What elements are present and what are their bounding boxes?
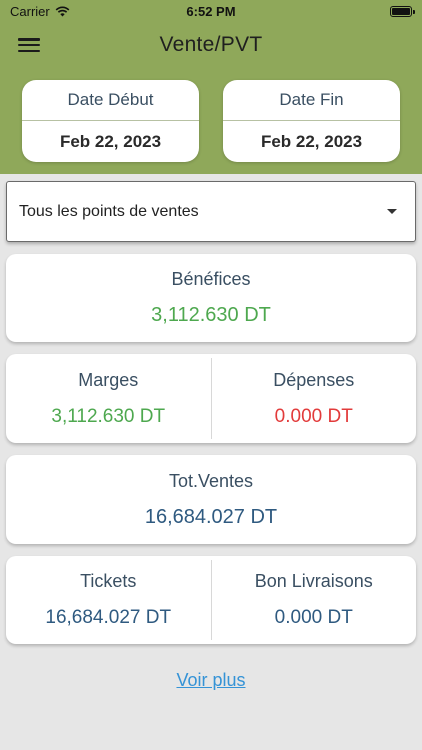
bon-livraisons-value: 0.000 DT: [274, 607, 353, 628]
app-header: Vente/PVT Date Début Feb 22, 2023 Date F…: [0, 22, 422, 174]
tickets-value: 16,684.027 DT: [45, 607, 172, 628]
tickets-label: Tickets: [80, 571, 137, 591]
benefices-value: 3,112.630 DT: [151, 304, 271, 326]
depenses-section: Dépenses 0.000 DT: [212, 354, 417, 443]
page-title: Vente/PVT: [159, 33, 263, 56]
benefices-card: Bénéfices 3,112.630 DT: [6, 254, 416, 342]
bon-livraisons-section: Bon Livraisons 0.000 DT: [212, 556, 417, 644]
status-left: Carrier: [10, 4, 70, 19]
end-date-label: Date Fin: [223, 80, 400, 121]
select-value: Tous les points de ventes: [19, 202, 199, 220]
tickets-section: Tickets 16,684.027 DT: [6, 556, 211, 644]
marges-depenses-card: Marges 3,112.630 DT Dépenses 0.000 DT: [6, 354, 416, 443]
wifi-icon: [55, 6, 70, 16]
marges-value: 3,112.630 DT: [51, 405, 166, 427]
caret-down-icon: [387, 209, 397, 214]
start-date-picker[interactable]: Date Début Feb 22, 2023: [22, 80, 199, 162]
point-de-vente-select[interactable]: Tous les points de ventes: [6, 181, 416, 242]
start-date-label: Date Début: [22, 80, 199, 121]
carrier-label: Carrier: [10, 3, 50, 19]
battery-icon: [390, 5, 415, 17]
voir-plus-link[interactable]: Voir plus: [0, 670, 422, 691]
status-bar: Carrier 6:52 PM: [0, 0, 422, 22]
bon-livraisons-label: Bon Livraisons: [254, 571, 373, 591]
marges-section: Marges 3,112.630 DT: [6, 354, 211, 443]
depenses-label: Dépenses: [273, 369, 355, 390]
tickets-livraisons-card: Tickets 16,684.027 DT Bon Livraisons 0.0…: [6, 556, 416, 644]
end-date-value[interactable]: Feb 22, 2023: [223, 121, 400, 162]
benefices-label: Bénéfices: [171, 269, 251, 289]
end-date-picker[interactable]: Date Fin Feb 22, 2023: [223, 80, 400, 162]
tot-ventes-value: 16,684.027 DT: [144, 505, 278, 528]
depenses-value: 0.000 DT: [274, 405, 353, 427]
marges-label: Marges: [78, 369, 139, 390]
tot-ventes-label: Tot.Ventes: [168, 470, 254, 491]
tot-ventes-card: Tot.Ventes 16,684.027 DT: [6, 455, 416, 544]
start-date-value[interactable]: Feb 22, 2023: [22, 121, 199, 162]
